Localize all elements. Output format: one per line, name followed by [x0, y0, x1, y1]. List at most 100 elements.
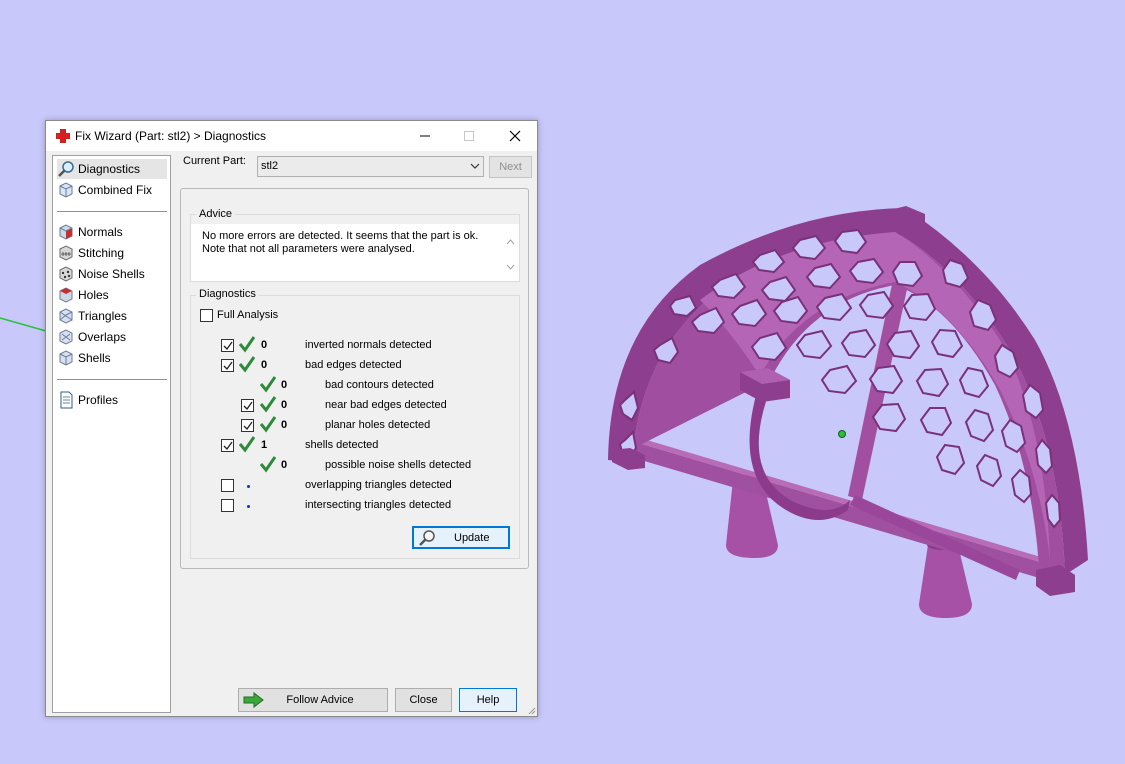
maximize-icon — [463, 131, 474, 141]
current-part-label: Current Part: — [183, 155, 246, 167]
shells-checkbox[interactable] — [221, 439, 234, 452]
intersecting-triangles-label: intersecting triangles detected — [305, 499, 452, 511]
maximize-button[interactable] — [446, 121, 491, 151]
green-arrow-icon — [243, 692, 264, 708]
resize-grip-icon[interactable] — [526, 705, 536, 715]
planar-holes-count: 0 — [281, 419, 288, 431]
hole-cube-icon — [59, 287, 73, 303]
sidebar-item-label: Stitching — [78, 246, 125, 260]
sidebar-item-normals[interactable]: Normals — [57, 222, 167, 242]
checkmark-icon — [223, 341, 233, 351]
sidebar-item-label: Triangles — [78, 309, 127, 323]
fix-wizard-window: Fix Wizard (Part: stl2) > Diagnostics Di… — [45, 120, 538, 717]
not-analysed-dot — [247, 485, 250, 488]
help-button-label: Help — [476, 694, 500, 706]
chevron-down-icon — [470, 163, 480, 169]
checkmark-icon — [243, 421, 253, 431]
bad-edges-checkbox[interactable] — [221, 359, 234, 372]
triangle-cube-icon — [59, 308, 73, 324]
noise-shells-label: possible noise shells detected — [325, 459, 472, 471]
checkmark-icon — [223, 441, 233, 451]
near-bad-edges-count: 0 — [281, 399, 288, 411]
advice-line-2: Note that not all parameters were analys… — [202, 243, 415, 255]
green-check-icon — [259, 416, 277, 433]
next-button[interactable]: Next — [489, 156, 532, 178]
cube-icon — [59, 182, 73, 198]
overlap-cube-icon — [59, 329, 73, 345]
noise-shells-count: 0 — [281, 459, 288, 471]
green-check-icon — [259, 456, 277, 473]
sidebar-item-diagnostics[interactable]: Diagnostics — [57, 159, 167, 179]
bad-contours-label: bad contours detected — [325, 379, 434, 391]
pivot-point — [838, 430, 846, 438]
bad-contours-count: 0 — [281, 379, 288, 391]
near-bad-edges-checkbox[interactable] — [241, 399, 254, 412]
inverted-normals-checkbox[interactable] — [221, 339, 234, 352]
close-window-button[interactable] — [492, 121, 537, 151]
full-analysis-label: Full Analysis — [217, 309, 279, 321]
window-title: Fix Wizard (Part: stl2) > Diagnostics — [75, 129, 267, 143]
sidebar-item-stitching[interactable]: Stitching — [57, 243, 167, 263]
advice-text-box[interactable]: No more errors are detected. It seems th… — [191, 224, 519, 281]
not-analysed-dot — [247, 505, 250, 508]
near-bad-edges-label: near bad edges detected — [325, 399, 447, 411]
sidebar-item-shells[interactable]: Shells — [57, 348, 167, 368]
wizard-sidebar: Diagnostics Combined Fix Normals Stitchi… — [52, 155, 171, 713]
inverted-normals-label: inverted normals detected — [305, 339, 432, 351]
sidebar-item-label: Holes — [78, 288, 109, 302]
sidebar-item-triangles[interactable]: Triangles — [57, 306, 167, 326]
scroll-down-icon[interactable] — [506, 264, 515, 270]
sidebar-item-profiles[interactable]: Profiles — [57, 390, 167, 410]
help-button[interactable]: Help — [459, 688, 517, 712]
sidebar-divider — [57, 379, 167, 380]
noise-cube-icon — [59, 266, 73, 282]
red-face-cube-icon — [59, 224, 73, 240]
green-check-icon — [238, 436, 256, 453]
3d-model[interactable] — [608, 206, 1088, 618]
sidebar-item-holes[interactable]: Holes — [57, 285, 167, 305]
magnifier-icon — [58, 161, 74, 177]
axis-line — [0, 317, 47, 332]
current-part-select[interactable]: stl2 — [257, 156, 484, 177]
overlapping-triangles-checkbox[interactable] — [221, 479, 234, 492]
minimize-icon — [419, 135, 430, 137]
advice-title: Advice — [196, 208, 236, 220]
sidebar-divider — [57, 211, 167, 212]
update-button-label: Update — [454, 531, 490, 544]
follow-advice-label: Follow Advice — [286, 694, 354, 706]
close-button-label: Close — [409, 694, 438, 706]
close-button[interactable]: Close — [395, 688, 452, 712]
sidebar-item-label: Profiles — [78, 393, 119, 407]
sidebar-item-overlaps[interactable]: Overlaps — [57, 327, 167, 347]
title-bar[interactable]: Fix Wizard (Part: stl2) > Diagnostics — [46, 121, 537, 151]
magnifier-icon — [419, 529, 435, 546]
update-button[interactable]: Update — [412, 526, 510, 549]
sidebar-item-label: Diagnostics — [78, 162, 141, 176]
scroll-up-icon[interactable] — [506, 239, 515, 245]
sidebar-item-label: Noise Shells — [78, 267, 145, 281]
intersecting-triangles-checkbox[interactable] — [221, 499, 234, 512]
sidebar-item-noise-shells[interactable]: Noise Shells — [57, 264, 167, 284]
current-part-value: stl2 — [261, 160, 279, 172]
checkmark-icon — [243, 401, 253, 411]
planar-holes-label: planar holes detected — [325, 419, 431, 431]
full-analysis-checkbox[interactable] — [200, 309, 213, 322]
overlapping-triangles-label: overlapping triangles detected — [305, 479, 452, 491]
planar-holes-checkbox[interactable] — [241, 419, 254, 432]
green-check-icon — [259, 376, 277, 393]
sidebar-item-label: Combined Fix — [78, 183, 153, 197]
sidebar-item-label: Shells — [78, 351, 111, 365]
bad-edges-label: bad edges detected — [305, 359, 402, 371]
shells-label: shells detected — [305, 439, 379, 451]
diagnostics-panel: Advice No more errors are detected. It s… — [180, 188, 529, 569]
inverted-normals-count: 0 — [261, 339, 268, 351]
minimize-button[interactable] — [402, 121, 447, 151]
green-check-icon — [238, 356, 256, 373]
close-icon — [509, 130, 520, 142]
advice-line-1: No more errors are detected. It seems th… — [202, 230, 479, 242]
follow-advice-button[interactable]: Follow Advice — [238, 688, 388, 712]
stitch-cube-icon — [59, 245, 73, 261]
sidebar-item-combined-fix[interactable]: Combined Fix — [57, 180, 167, 200]
green-check-icon — [238, 336, 256, 353]
next-button-label: Next — [499, 161, 522, 173]
